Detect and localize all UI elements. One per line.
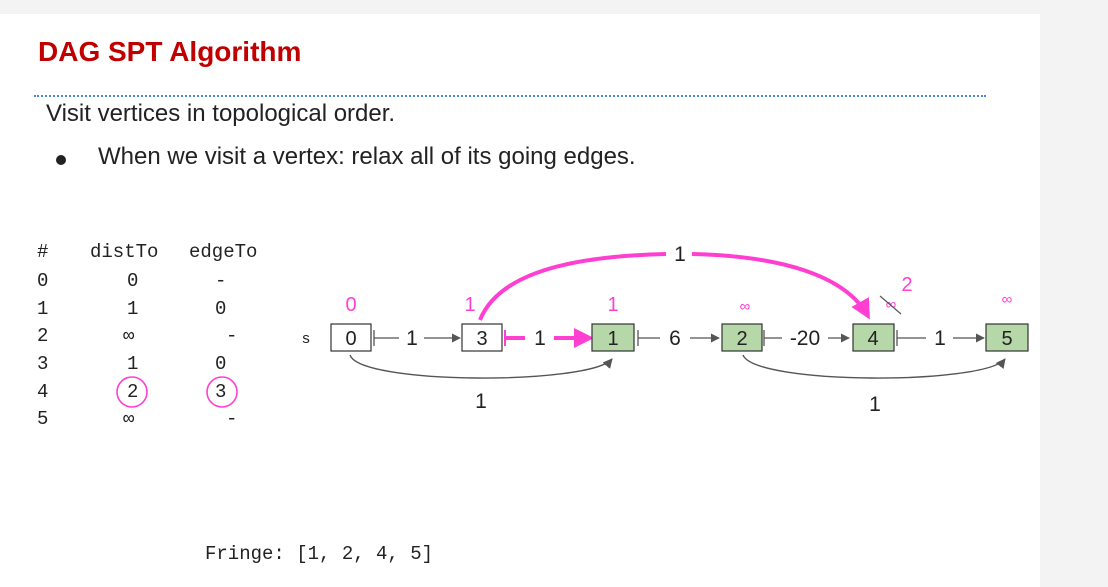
edge-2-5: 1: [742, 354, 1006, 416]
edge-weight: -20: [790, 327, 820, 350]
source-label: s: [301, 331, 310, 348]
vertex-dist: ∞: [1002, 291, 1013, 308]
graph-diagram: s 1 1 6 -20 1 1 1 1 0 0 3 1 1 1 2 ∞ 4 ∞ …: [116, 243, 1029, 416]
vertex-new-dist: 2: [901, 274, 912, 296]
vertex-1: 1 1: [591, 294, 635, 352]
vertex-4: 4 ∞ 2: [852, 274, 913, 352]
vertex-id: 2: [736, 328, 747, 350]
vertex-id: 0: [345, 328, 356, 350]
vertex-id: 3: [476, 328, 487, 350]
vertex-dist: 1: [464, 294, 475, 316]
edge-weight: 1: [674, 243, 686, 266]
vertex-3: 3 1: [461, 294, 503, 352]
vertex-id: 4: [867, 328, 878, 350]
edge-weight: 1: [869, 393, 881, 416]
edge-weight: 1: [534, 327, 546, 350]
vertex-0: 0 0: [330, 294, 372, 352]
edge-2-4: -20: [763, 327, 850, 350]
highlight-circle: [116, 376, 148, 408]
vertex-5: 5 ∞: [985, 291, 1029, 352]
edge-3-1: 1: [504, 327, 594, 350]
edge-0-3: 1: [373, 327, 461, 350]
vertex-dist: 1: [607, 294, 618, 316]
vertex-dist: 0: [345, 294, 356, 316]
edge-weight: 6: [669, 327, 681, 350]
edge-1-2: 6: [637, 327, 720, 350]
fringe-text: Fringe: [1, 2, 4, 5]: [205, 543, 434, 565]
vertex-2: 2 ∞: [721, 298, 763, 352]
vertex-id: 1: [607, 328, 618, 350]
highlight-circle: [206, 376, 238, 408]
edge-0-1: 1: [349, 354, 613, 413]
edge-4-5: 1: [896, 327, 985, 350]
vertex-id: 5: [1001, 328, 1012, 350]
edge-weight: 1: [934, 327, 946, 350]
edge-weight: 1: [406, 327, 418, 350]
vertex-dist: ∞: [886, 296, 897, 313]
vertex-dist: ∞: [740, 298, 751, 315]
edge-weight: 1: [475, 390, 487, 413]
edge-3-4: 1: [478, 243, 870, 321]
